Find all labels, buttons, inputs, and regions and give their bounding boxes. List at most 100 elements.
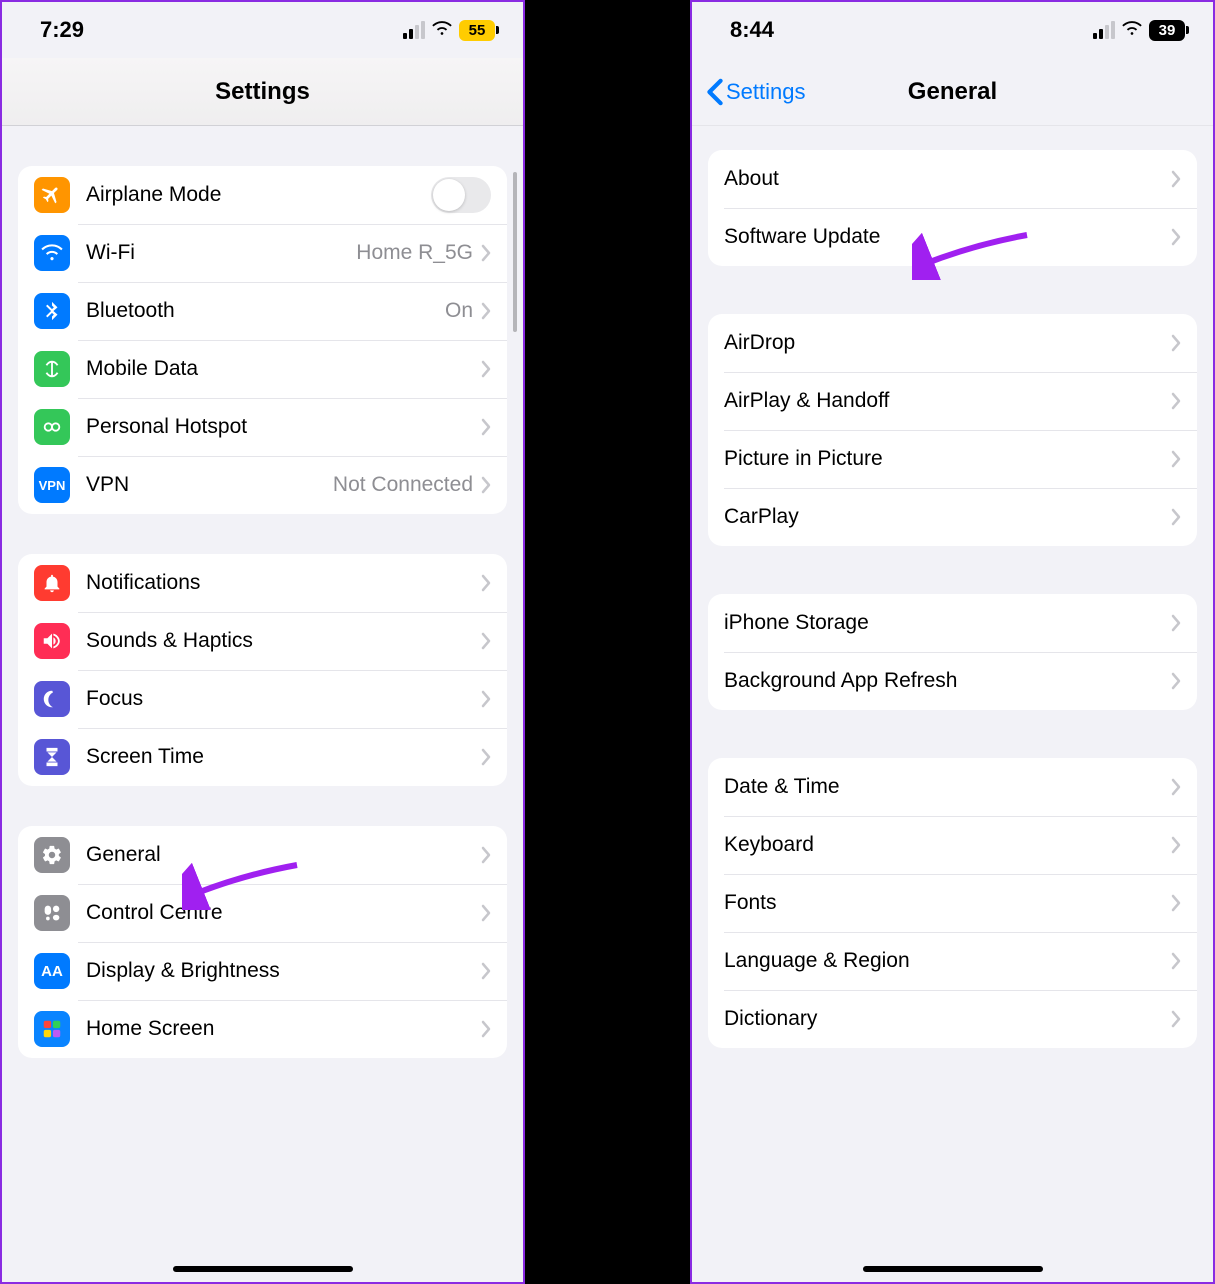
battery-icon: 55 [459, 20, 495, 41]
row-label: Wi-Fi [86, 241, 356, 265]
row-label: Focus [86, 687, 481, 711]
row-label: AirPlay & Handoff [724, 389, 1171, 413]
home-indicator[interactable] [173, 1266, 353, 1272]
row-label: Screen Time [86, 745, 481, 769]
row-label: VPN [86, 473, 333, 497]
row-label: About [724, 167, 1171, 191]
row-label: Bluetooth [86, 299, 445, 323]
row-display[interactable]: AADisplay & Brightness [18, 942, 507, 1000]
chevron-right-icon [1171, 894, 1181, 912]
chevron-right-icon [481, 632, 491, 650]
row-value: On [445, 299, 473, 323]
row-label: Control Centre [86, 901, 481, 925]
row-storage[interactable]: iPhone Storage [708, 594, 1197, 652]
chevron-right-icon [481, 302, 491, 320]
chevron-right-icon [1171, 228, 1181, 246]
row-homescreen[interactable]: Home Screen [18, 1000, 507, 1058]
row-keyboard[interactable]: Keyboard [708, 816, 1197, 874]
chevron-right-icon [1171, 614, 1181, 632]
chevron-right-icon [481, 244, 491, 262]
row-value: Not Connected [333, 473, 473, 497]
wifi-icon [1121, 17, 1143, 43]
chevron-right-icon [481, 1020, 491, 1038]
page-title: Settings [215, 78, 310, 106]
row-sounds[interactable]: Sounds & Haptics [18, 612, 507, 670]
row-airdrop[interactable]: AirDrop [708, 314, 1197, 372]
row-carplay[interactable]: CarPlay [708, 488, 1197, 546]
row-label: Personal Hotspot [86, 415, 481, 439]
row-bgrefresh[interactable]: Background App Refresh [708, 652, 1197, 710]
status-time: 8:44 [730, 17, 774, 43]
chevron-right-icon [1171, 672, 1181, 690]
row-label: Mobile Data [86, 357, 481, 381]
row-label: Dictionary [724, 1007, 1171, 1031]
chevron-right-icon [481, 846, 491, 864]
homescreen-icon [34, 1011, 70, 1047]
settings-group: About Software Update [708, 150, 1197, 266]
scrollbar[interactable] [513, 172, 517, 332]
row-about[interactable]: About [708, 150, 1197, 208]
row-dictionary[interactable]: Dictionary [708, 990, 1197, 1048]
chevron-right-icon [1171, 1010, 1181, 1028]
chevron-right-icon [481, 418, 491, 436]
settings-group: Notifications Sounds & Haptics Focus Scr… [18, 554, 507, 786]
row-label: AirDrop [724, 331, 1171, 355]
chevron-right-icon [1171, 508, 1181, 526]
nav-bar: Settings General [692, 58, 1213, 126]
wifi-icon [34, 235, 70, 271]
row-focus[interactable]: Focus [18, 670, 507, 728]
row-bluetooth[interactable]: BluetoothOn [18, 282, 507, 340]
chevron-right-icon [481, 360, 491, 378]
chevron-right-icon [1171, 334, 1181, 352]
row-general[interactable]: General [18, 826, 507, 884]
settings-group: AirDrop AirPlay & Handoff Picture in Pic… [708, 314, 1197, 546]
row-value: Home R_5G [356, 241, 473, 265]
general-content[interactable]: About Software Update AirDrop AirPlay & … [692, 126, 1213, 1282]
row-notifications[interactable]: Notifications [18, 554, 507, 612]
bluetooth-icon [34, 293, 70, 329]
row-pip[interactable]: Picture in Picture [708, 430, 1197, 488]
row-softwareupdate[interactable]: Software Update [708, 208, 1197, 266]
airplane-toggle[interactable] [431, 177, 491, 213]
row-label: Notifications [86, 571, 481, 595]
row-wifi[interactable]: Wi-FiHome R_5G [18, 224, 507, 282]
settings-group: Airplane Mode Wi-FiHome R_5G BluetoothOn… [18, 166, 507, 514]
wifi-icon [431, 17, 453, 43]
back-button[interactable]: Settings [706, 78, 806, 106]
row-fonts[interactable]: Fonts [708, 874, 1197, 932]
row-langregion[interactable]: Language & Region [708, 932, 1197, 990]
settings-group: Date & Time Keyboard Fonts Language & Re… [708, 758, 1197, 1048]
sounds-icon [34, 623, 70, 659]
status-time: 7:29 [40, 17, 84, 43]
vpn-icon: VPN [34, 467, 70, 503]
general-icon [34, 837, 70, 873]
row-controlcentre[interactable]: Control Centre [18, 884, 507, 942]
row-airplay[interactable]: AirPlay & Handoff [708, 372, 1197, 430]
row-vpn[interactable]: VPNVPNNot Connected [18, 456, 507, 514]
chevron-right-icon [1171, 836, 1181, 854]
back-label: Settings [726, 79, 806, 105]
controlcentre-icon [34, 895, 70, 931]
row-label: Background App Refresh [724, 669, 1171, 693]
phone-settings: 7:29 55 Settings Airplane Mode Wi-FiHome… [0, 0, 525, 1284]
page-title: General [908, 78, 997, 106]
row-label: Sounds & Haptics [86, 629, 481, 653]
battery-icon: 39 [1149, 20, 1185, 41]
row-label: Home Screen [86, 1017, 481, 1041]
chevron-right-icon [1171, 170, 1181, 188]
phone-general: 8:44 39 Settings General About Software … [690, 0, 1215, 1284]
hotspot-icon [34, 409, 70, 445]
row-airplane[interactable]: Airplane Mode [18, 166, 507, 224]
display-icon: AA [34, 953, 70, 989]
chevron-right-icon [481, 748, 491, 766]
row-mobiledata[interactable]: Mobile Data [18, 340, 507, 398]
chevron-right-icon [1171, 778, 1181, 796]
settings-content[interactable]: Airplane Mode Wi-FiHome R_5G BluetoothOn… [2, 126, 523, 1282]
row-datetime[interactable]: Date & Time [708, 758, 1197, 816]
home-indicator[interactable] [863, 1266, 1043, 1272]
row-hotspot[interactable]: Personal Hotspot [18, 398, 507, 456]
row-label: Airplane Mode [86, 183, 431, 207]
row-label: General [86, 843, 481, 867]
row-screentime[interactable]: Screen Time [18, 728, 507, 786]
chevron-right-icon [481, 962, 491, 980]
